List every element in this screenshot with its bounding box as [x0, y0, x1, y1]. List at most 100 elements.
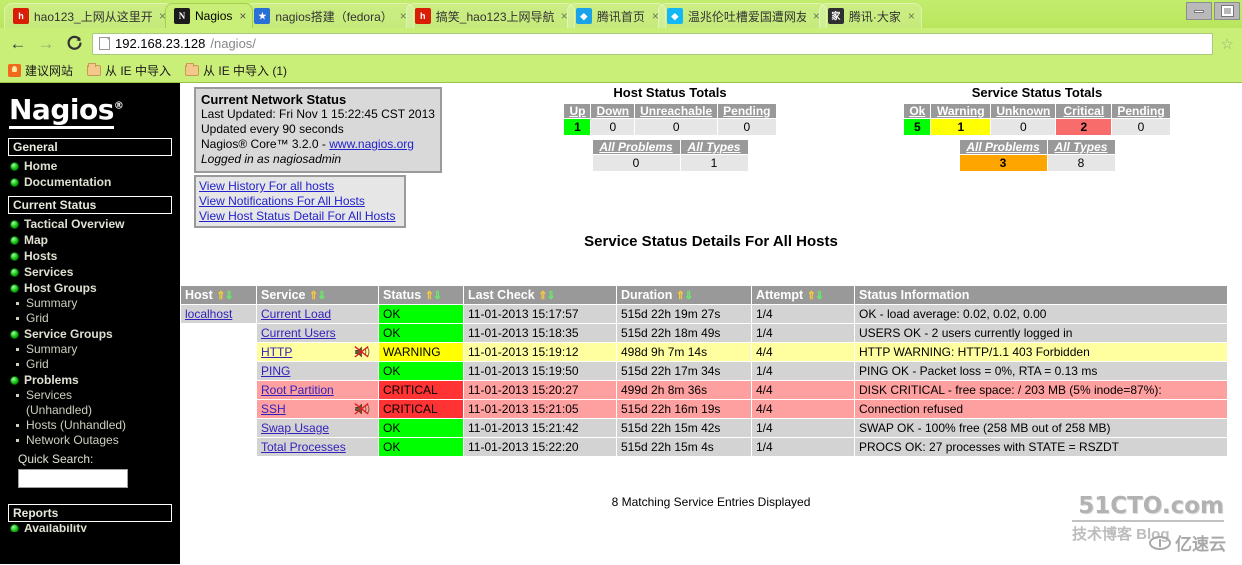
sidebar-subitem-problems-services[interactable]: Services [0, 388, 180, 403]
service-link[interactable]: HTTP [261, 345, 292, 359]
sidebar-subitem-servicegroups-grid[interactable]: Grid [0, 357, 180, 372]
bookmark-ie-import[interactable]: 从 IE 中导入 [87, 62, 171, 79]
sort-arrows-icon[interactable]: ⇑⇓ [676, 290, 693, 302]
sidebar-item-tactical-overview[interactable]: Tactical Overview [0, 216, 180, 232]
column-header-service[interactable]: Service ⇑⇓ [256, 285, 379, 305]
sidebar-item-label: Tactical Overview [24, 217, 125, 231]
column-header-host[interactable]: Host ⇑⇓ [180, 285, 257, 305]
sort-arrows-icon[interactable]: ⇑⇓ [309, 290, 326, 302]
column-header-status[interactable]: Status ⇑⇓ [378, 285, 464, 305]
host-link[interactable]: localhost [185, 307, 232, 321]
sidebar-subitem-network-outages[interactable]: Network Outages [0, 433, 180, 448]
browser-tab-7[interactable]: 家 腾讯·大家 × [818, 3, 922, 28]
service-total-header-ok[interactable]: Ok [903, 103, 932, 119]
service-link[interactable]: Current Users [261, 326, 336, 340]
cell-attempt: 4/4 [751, 380, 855, 400]
service-total-header-pending[interactable]: Pending [1111, 103, 1171, 119]
sidebar-item-documentation[interactable]: Documentation [0, 174, 180, 190]
browser-tab-2-active[interactable]: N Nagios × [165, 3, 254, 28]
browser-tab-5[interactable]: ◆ 腾讯首页 × [566, 3, 666, 28]
table-header-row: All Problems All Types [958, 139, 1116, 155]
sidebar-item-label: Hosts [24, 249, 58, 263]
dajia-icon: 家 [827, 8, 844, 24]
sidebar-item-label: Services [24, 265, 74, 279]
cell-host: localhost [180, 304, 257, 324]
quick-search-input[interactable] [18, 469, 128, 488]
browser-tab-4[interactable]: h 搞笑_hao123上网导航 × [405, 3, 575, 28]
service-total-header-warning[interactable]: Warning [930, 103, 992, 119]
service-all-problems-header[interactable]: All Problems [958, 139, 1048, 155]
sidebar-subitem-hostgroups-grid[interactable]: Grid [0, 311, 180, 326]
host-total-header-pending[interactable]: Pending [717, 103, 777, 119]
cell-status: OK [378, 304, 464, 324]
bookmark-ie-import-1[interactable]: 从 IE 中导入 (1) [185, 62, 287, 79]
table-header-row: Ok Warning Unknown Critical Pending [903, 103, 1171, 119]
sidebar-item-service-groups[interactable]: Service Groups [0, 326, 180, 342]
browser-tab-1[interactable]: h hao123_上网从这里开始 × [4, 3, 174, 28]
column-header-duration[interactable]: Duration ⇑⇓ [616, 285, 752, 305]
sidebar-item-services[interactable]: Services [0, 264, 180, 280]
sidebar-subitem-servicegroups-summary[interactable]: Summary [0, 342, 180, 357]
bookmark-suggested-sites[interactable]: 建议网站 [8, 62, 73, 79]
service-totals-sub-table: All Problems All Types 3 8 [958, 139, 1116, 172]
sidebar-item-home[interactable]: Home [0, 158, 180, 174]
column-label: Duration [621, 288, 673, 302]
watermark-yisu: 亿速云 [1149, 530, 1226, 555]
tab-close-icon[interactable]: × [908, 9, 915, 23]
column-header-last-check[interactable]: Last Check ⇑⇓ [463, 285, 617, 305]
sidebar-item-hosts[interactable]: Hosts [0, 248, 180, 264]
cell-status-information: PROCS OK: 27 processes with STATE = RSZD… [854, 437, 1228, 457]
service-total-warning-value: 1 [930, 118, 992, 136]
reload-button[interactable] [64, 34, 84, 54]
service-link[interactable]: Current Load [261, 307, 331, 321]
bullet-icon [10, 219, 19, 229]
column-label: Host [185, 288, 213, 302]
hao123-icon: h [13, 8, 29, 24]
browser-tab-3[interactable]: ★ nagios搭建（fedora） × [245, 3, 414, 28]
bullet-icon [10, 524, 19, 532]
browser-tab-6[interactable]: ◆ 温兆伦吐槽爱国遭网友 × [657, 3, 827, 28]
watermark-51cto-sub: 技术博客 Blog [1072, 520, 1224, 544]
host-total-header-unreachable[interactable]: Unreachable [634, 103, 719, 119]
address-bar[interactable]: 192.168.23.128/nagios/ [92, 32, 1213, 55]
tab-close-icon[interactable]: × [239, 9, 246, 23]
column-header-attempt[interactable]: Attempt ⇑⇓ [751, 285, 855, 305]
cell-status-information: DISK CRITICAL - free space: / 203 MB (5%… [854, 380, 1228, 400]
service-link[interactable]: SSH [261, 402, 286, 416]
service-all-types-header[interactable]: All Types [1046, 139, 1116, 155]
service-link[interactable]: Total Processes [261, 440, 346, 454]
sort-arrows-icon[interactable]: ⇑⇓ [216, 290, 233, 302]
sort-arrows-icon[interactable]: ⇑⇓ [538, 290, 555, 302]
service-total-header-critical[interactable]: Critical [1055, 103, 1113, 119]
service-total-header-unknown[interactable]: Unknown [990, 103, 1057, 119]
service-link[interactable]: Root Partition [261, 383, 334, 397]
host-all-types-header[interactable]: All Types [679, 139, 749, 155]
view-notifications-link[interactable]: View Notifications For All Hosts [199, 194, 401, 209]
service-link[interactable]: PING [261, 364, 290, 378]
cell-status-information: PING OK - Packet loss = 0%, RTA = 0.13 m… [854, 361, 1228, 381]
sidebar-subitem-hostgroups-summary[interactable]: Summary [0, 296, 180, 311]
view-history-link[interactable]: View History For all hosts [199, 179, 401, 194]
sidebar-subitem-problems-services-unhandled[interactable]: (Unhandled) [0, 403, 180, 418]
service-link[interactable]: Swap Usage [261, 421, 329, 435]
host-all-problems-header[interactable]: All Problems [591, 139, 681, 155]
cell-host [180, 380, 257, 400]
view-host-status-detail-link[interactable]: View Host Status Detail For All Hosts [199, 209, 401, 224]
sort-arrows-icon[interactable]: ⇑⇓ [807, 290, 824, 302]
sort-arrows-icon[interactable]: ⇑⇓ [425, 290, 442, 302]
bookmark-star-icon[interactable]: ☆ [1221, 35, 1234, 53]
sidebar-item-problems[interactable]: Problems [0, 372, 180, 388]
sidebar-item-map[interactable]: Map [0, 232, 180, 248]
forward-button[interactable]: → [36, 34, 56, 54]
nagios-org-link[interactable]: www.nagios.org [329, 137, 414, 151]
host-total-header-up[interactable]: Up [563, 103, 592, 119]
back-button[interactable]: ← [8, 34, 28, 54]
sidebar-item-availability[interactable]: Availability [0, 524, 180, 532]
sidebar-subitem-problems-hosts-unhandled[interactable]: Hosts (Unhandled) [0, 418, 180, 433]
host-total-header-down[interactable]: Down [590, 103, 636, 119]
minimize-button[interactable] [1186, 2, 1212, 20]
sidebar-item-host-groups[interactable]: Host Groups [0, 280, 180, 296]
qq-icon: ◆ [575, 8, 592, 24]
maximize-button[interactable] [1214, 2, 1240, 20]
matching-entries-text: 8 Matching Service Entries Displayed [611, 495, 811, 509]
